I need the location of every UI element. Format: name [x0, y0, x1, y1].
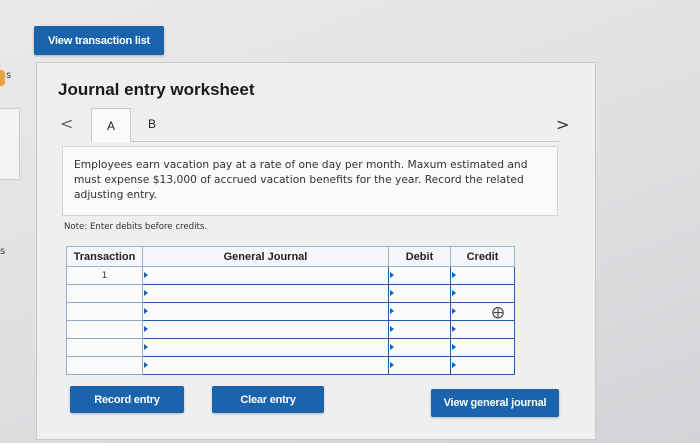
transaction-number-cell [66, 356, 143, 375]
account-select-cell[interactable] [142, 266, 389, 285]
credit-input-cell[interactable] [450, 266, 515, 285]
transaction-description: Employees earn vacation pay at a rate of… [62, 146, 558, 216]
journal-entry-table: Transaction General Journal Debit Credit… [66, 246, 515, 375]
debit-input-cell[interactable] [388, 356, 451, 375]
debit-input-cell[interactable] [388, 320, 451, 339]
credit-input-cell[interactable] [450, 356, 515, 375]
transaction-number-cell [66, 338, 143, 357]
tab-b[interactable]: B [138, 110, 166, 138]
tab-a[interactable]: A [91, 108, 131, 142]
edge-panel [0, 108, 20, 180]
instruction-note: Note: Enter debits before credits. [64, 222, 208, 232]
account-select-cell[interactable] [142, 338, 389, 357]
table-row [66, 356, 515, 375]
table-header-row: Transaction General Journal Debit Credit [66, 246, 515, 267]
debit-input-cell[interactable] [388, 284, 451, 303]
prev-arrow-icon[interactable]: < [60, 114, 73, 133]
account-select-cell[interactable] [142, 320, 389, 339]
edge-label-lower: s [0, 246, 6, 257]
credit-input-cell[interactable] [450, 302, 515, 321]
next-arrow-icon[interactable]: > [556, 115, 569, 134]
account-select-cell[interactable] [142, 356, 389, 375]
transaction-number-cell [66, 302, 143, 321]
table-row [66, 320, 515, 339]
header-general-journal: General Journal [142, 246, 389, 267]
view-transaction-list-button[interactable]: View transaction list [34, 26, 164, 55]
header-credit: Credit [450, 246, 515, 267]
table-row: 1 [66, 266, 515, 285]
table-row [66, 284, 515, 303]
credit-input-cell[interactable] [450, 338, 515, 357]
credit-input-cell[interactable] [450, 284, 515, 303]
worksheet-title: Journal entry worksheet [58, 80, 255, 99]
clear-entry-button[interactable]: Clear entry [212, 386, 324, 413]
table-row [66, 302, 515, 321]
transaction-number-cell [66, 284, 143, 303]
table-row [66, 338, 515, 357]
account-select-cell[interactable] [142, 302, 389, 321]
transaction-number-cell [66, 320, 143, 339]
debit-input-cell[interactable] [388, 338, 451, 357]
view-general-journal-button[interactable]: View general journal [431, 389, 559, 417]
account-select-cell[interactable] [142, 284, 389, 303]
header-debit: Debit [388, 246, 451, 267]
debit-input-cell[interactable] [388, 302, 451, 321]
tab-divider [131, 141, 559, 142]
credit-input-cell[interactable] [450, 320, 515, 339]
debit-input-cell[interactable] [388, 266, 451, 285]
record-entry-button[interactable]: Record entry [70, 386, 184, 413]
header-transaction: Transaction [66, 246, 143, 267]
edge-label-upper: s [6, 70, 12, 81]
transaction-number-cell: 1 [66, 266, 143, 285]
edge-marker [0, 70, 5, 86]
move-cursor-icon: ⨁ [492, 305, 504, 319]
